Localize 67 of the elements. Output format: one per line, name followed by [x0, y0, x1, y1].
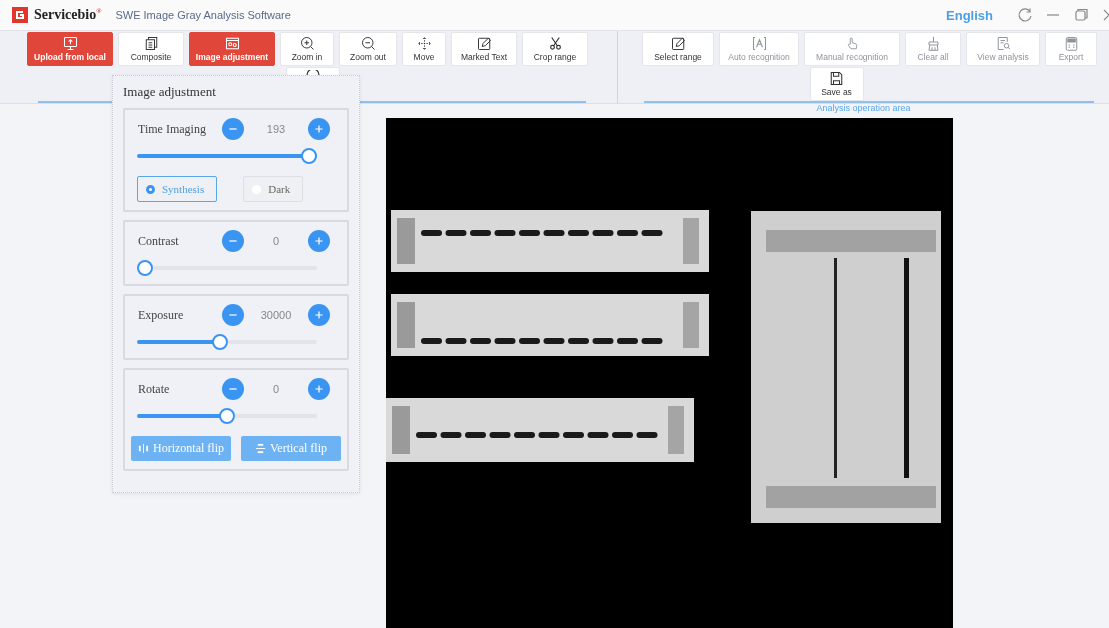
control-value: 193: [265, 123, 287, 135]
toolbar-button[interactable]: Crop range: [522, 32, 588, 66]
slider[interactable]: [137, 408, 317, 424]
toolbar-button[interactable]: Image adjustment: [189, 32, 275, 66]
plus-icon: [313, 383, 325, 395]
upload-icon: [62, 36, 78, 51]
slider[interactable]: [137, 260, 317, 276]
slider-thumb[interactable]: [212, 334, 229, 350]
area-caption: Analysis operation area: [815, 103, 912, 113]
plus-icon: [313, 309, 325, 321]
vertical-flip-icon: [255, 443, 266, 454]
toolbar-button[interactable]: Upload from local: [27, 32, 113, 66]
toolbar-button[interactable]: Composite: [118, 32, 184, 66]
horizontal-flip-icon: [138, 443, 149, 454]
language-selector[interactable]: English: [946, 7, 993, 23]
letter-a-icon: [751, 36, 767, 51]
flip-button[interactable]: Horizontal flip: [131, 436, 231, 461]
increase-button[interactable]: [308, 378, 330, 400]
toolbar-button[interactable]: Zoom in: [280, 32, 334, 66]
slider-thumb[interactable]: [219, 408, 235, 424]
panel-title: Image adjustment: [123, 84, 217, 100]
refresh-icon[interactable]: [1017, 7, 1033, 23]
increase-button[interactable]: [308, 230, 330, 252]
toolbar-button[interactable]: Zoom out: [339, 32, 397, 66]
layers-icon: [143, 36, 159, 51]
slider-thumb[interactable]: [137, 260, 153, 276]
slider[interactable]: [137, 334, 317, 350]
scissors-icon: [547, 36, 563, 51]
slider[interactable]: [137, 148, 317, 164]
mode-radio-button[interactable]: Synthesis: [137, 176, 218, 202]
brand-name: Servicebio$^{®}$: [34, 7, 102, 23]
decrease-button[interactable]: [222, 304, 244, 326]
floppy-disk-icon: [829, 71, 844, 86]
toolbar-button[interactable]: [286, 67, 340, 75]
control-label: Rotate: [137, 381, 171, 397]
mode-radio-button[interactable]: Dark: [243, 176, 304, 202]
plus-icon: [313, 235, 325, 247]
increase-button[interactable]: [308, 118, 330, 140]
zoom-in-icon: [299, 36, 315, 51]
toolbar-button[interactable]: Move: [402, 32, 446, 66]
maximize-icon[interactable]: [1073, 7, 1089, 23]
slider-thumb[interactable]: [301, 148, 317, 164]
image-settings-icon: [224, 36, 240, 51]
control-value: 0: [271, 235, 281, 247]
window-title: SWE Image Gray Analysis Software: [115, 9, 291, 21]
decrease-button[interactable]: [222, 378, 244, 400]
toolbar-button[interactable]: Save as: [809, 67, 864, 101]
broom-icon: [925, 36, 941, 51]
pencil-icon: [670, 36, 686, 51]
calculator-icon: [1063, 36, 1079, 51]
zoom-out-icon: [360, 36, 376, 51]
increase-button[interactable]: [308, 304, 330, 326]
decrease-button[interactable]: [222, 118, 244, 140]
control-label: Exposure: [137, 307, 185, 323]
control-label: Time Imaging: [137, 121, 207, 137]
move-icon: [416, 36, 432, 51]
control-label: Contrast: [137, 233, 180, 249]
flip-button[interactable]: Vertical flip: [241, 436, 341, 461]
toolbar-button[interactable]: Marked Text: [451, 32, 517, 66]
logo-icon: [12, 7, 28, 23]
control-value: 0: [271, 383, 281, 395]
plus-icon: [313, 123, 325, 135]
control-value: 30000: [259, 309, 293, 321]
document-search-icon: [995, 36, 1011, 51]
pencil-icon: [476, 36, 492, 51]
toolbar-button[interactable]: Select range: [642, 32, 714, 66]
decrease-button[interactable]: [222, 230, 244, 252]
